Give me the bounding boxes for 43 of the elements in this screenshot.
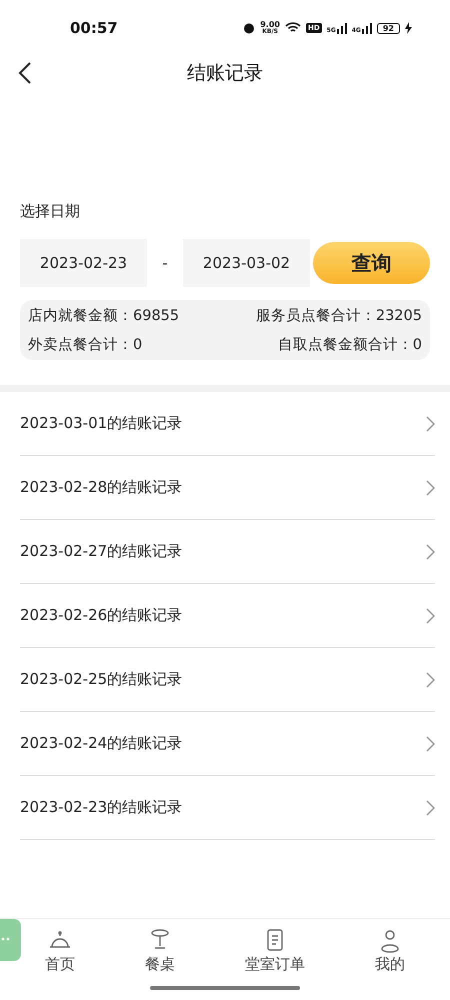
battery-level: 92	[376, 22, 400, 34]
tab-item[interactable]: 首页	[45, 927, 75, 974]
summary-stat: 服务员点餐合计：23205	[256, 307, 422, 325]
wifi-icon	[284, 22, 301, 34]
chevron-right-icon	[425, 480, 435, 496]
alarm-icon	[243, 22, 256, 34]
tab-item[interactable]: 餐桌	[145, 927, 175, 974]
record-title: 2023-02-26的结账记录	[20, 606, 182, 625]
summary-stat: 外卖点餐合计：0	[28, 336, 142, 354]
query-button[interactable]: 查询	[313, 242, 430, 284]
record-title: 2023-02-27的结账记录	[20, 542, 182, 561]
record-row[interactable]: 2023-02-23的结账记录	[20, 776, 435, 840]
end-date-field[interactable]: 2023-03-02	[183, 239, 310, 287]
date-label: 选择日期	[20, 202, 81, 221]
record-row[interactable]: 2023-02-25的结账记录	[20, 648, 435, 712]
record-title: 2023-03-01的结账记录	[20, 414, 182, 433]
chevron-right-icon	[425, 608, 435, 624]
date-separator: -	[161, 254, 169, 272]
tab-item[interactable]: 我的	[375, 927, 405, 974]
record-row[interactable]: 2023-02-27的结账记录	[20, 520, 435, 584]
chevron-right-icon	[425, 544, 435, 560]
status-time: 00:57	[70, 19, 118, 37]
record-title: 2023-02-28的结账记录	[20, 478, 182, 497]
tab-item[interactable]: 堂室订单	[245, 927, 305, 974]
summary-stat: 店内就餐金额：69855	[28, 306, 180, 325]
start-date-field[interactable]: 2023-02-23	[20, 239, 147, 287]
chevron-right-icon	[425, 800, 435, 816]
record-title: 2023-02-24的结账记录	[20, 734, 182, 753]
chevron-right-icon	[425, 672, 435, 688]
net-speed: 9.00	[260, 21, 280, 29]
charging-icon	[405, 22, 412, 34]
record-row[interactable]: 2023-02-26的结账记录	[20, 584, 435, 648]
signal-icon	[336, 22, 347, 34]
page-title: 结账记录	[187, 61, 263, 86]
chevron-right-icon	[425, 736, 435, 752]
chevron-right-icon	[425, 416, 435, 432]
record-row[interactable]: 2023-02-28的结账记录	[20, 456, 435, 520]
record-row[interactable]: 2023-02-24的结账记录	[20, 712, 435, 776]
record-row[interactable]: 2023-03-01的结账记录	[20, 392, 435, 456]
record-title: 2023-02-25的结账记录	[20, 670, 182, 689]
signal-icon	[362, 22, 372, 34]
record-title: 2023-02-23的结账记录	[20, 798, 182, 817]
summary-stat: 自取点餐金额合计：0	[278, 336, 422, 354]
